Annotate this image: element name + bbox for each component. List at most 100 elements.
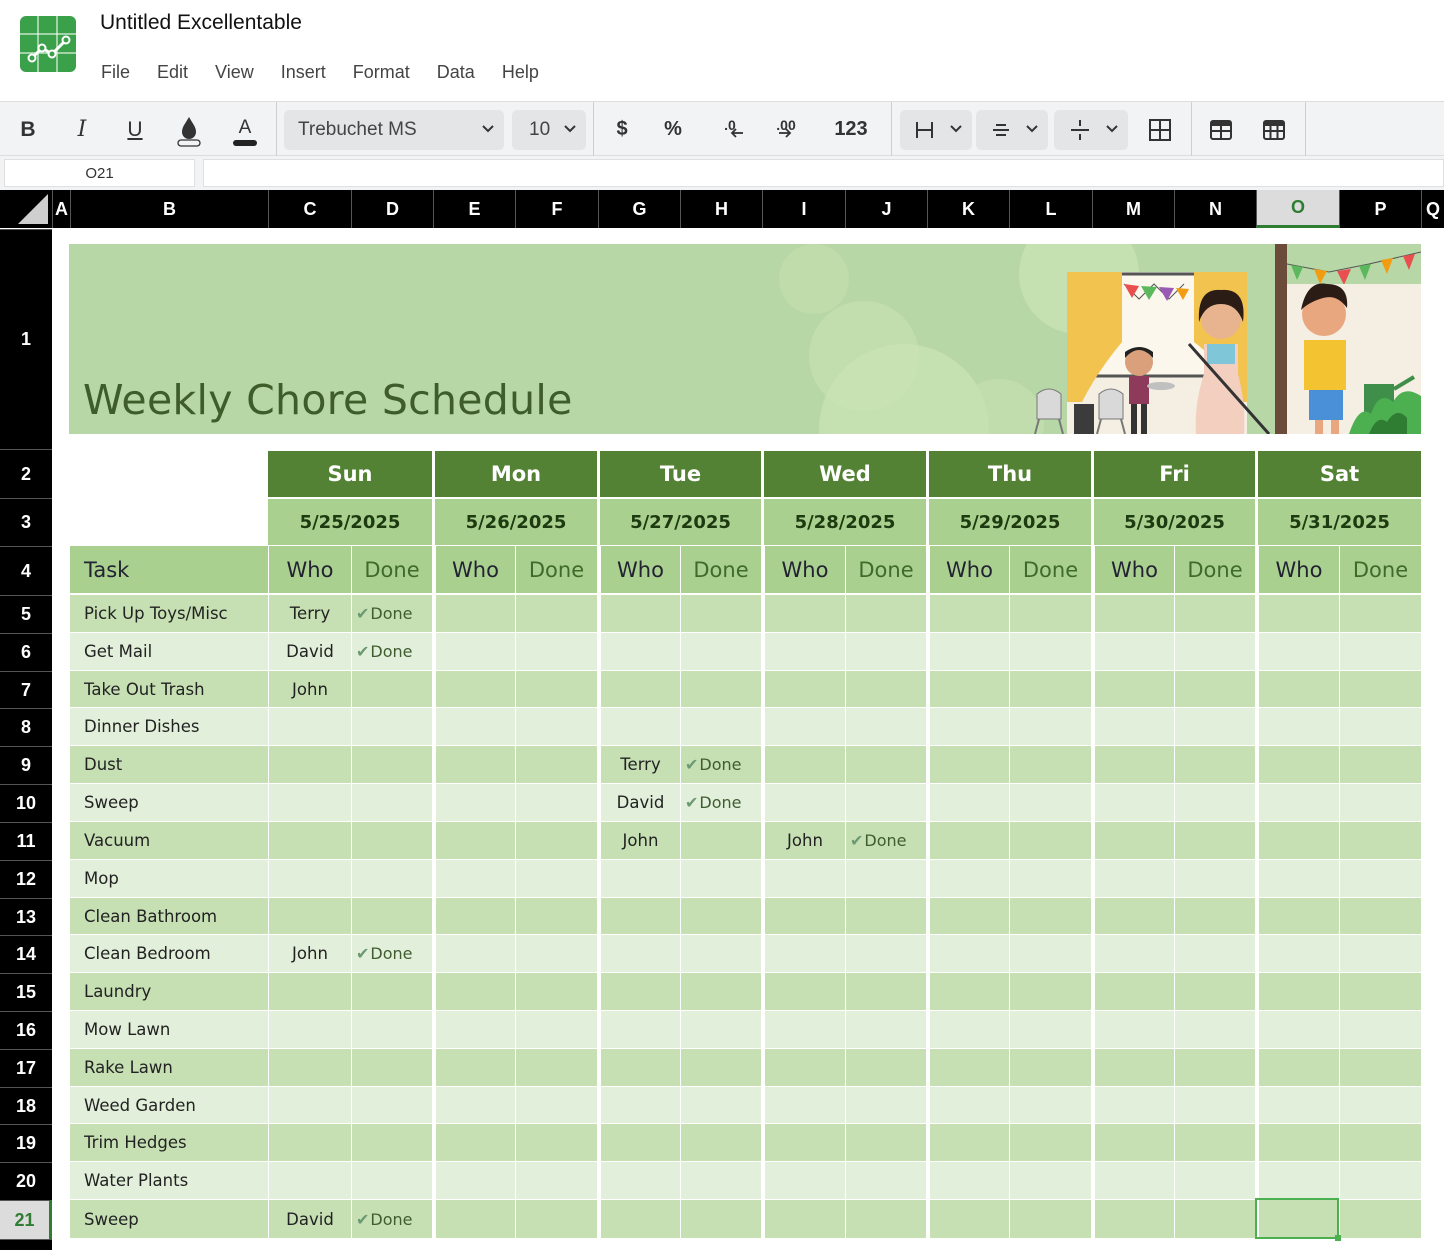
done-cell[interactable]	[1175, 784, 1255, 821]
row-header-10[interactable]: 10	[0, 784, 52, 822]
done-cell[interactable]	[352, 784, 432, 821]
day-header-fri[interactable]: Fri	[1094, 451, 1255, 497]
date-header-sun[interactable]: 5/25/2025	[268, 499, 432, 545]
who-cell[interactable]	[1095, 746, 1174, 783]
done-cell[interactable]	[681, 1011, 761, 1048]
who-cell[interactable]	[930, 1087, 1009, 1123]
who-cell[interactable]	[269, 1087, 351, 1123]
done-cell[interactable]	[846, 1124, 926, 1161]
done-cell[interactable]	[516, 973, 597, 1010]
done-cell[interactable]	[1010, 1049, 1091, 1086]
who-cell[interactable]	[1095, 860, 1174, 897]
who-cell[interactable]	[1095, 784, 1174, 821]
row-header-20[interactable]: 20	[0, 1162, 52, 1200]
who-cell[interactable]	[1259, 1162, 1339, 1199]
task-cell[interactable]: Vacuum	[70, 822, 268, 859]
done-cell[interactable]	[352, 973, 432, 1010]
who-cell[interactable]	[1095, 671, 1174, 707]
done-cell[interactable]	[846, 1087, 926, 1123]
done-cell[interactable]	[352, 1087, 432, 1123]
done-cell[interactable]: ✔ Done	[352, 633, 432, 670]
who-cell[interactable]	[436, 1162, 515, 1199]
who-cell[interactable]	[601, 633, 680, 670]
done-cell[interactable]	[516, 860, 597, 897]
done-cell[interactable]	[681, 973, 761, 1010]
who-cell[interactable]	[601, 1087, 680, 1123]
who-cell[interactable]	[1095, 973, 1174, 1010]
done-cell[interactable]	[846, 1049, 926, 1086]
who-cell[interactable]	[1095, 1162, 1174, 1199]
who-cell[interactable]	[436, 973, 515, 1010]
who-cell[interactable]	[269, 973, 351, 1010]
who-cell[interactable]: John	[765, 822, 845, 859]
row-header-4[interactable]: 4	[0, 546, 52, 595]
who-cell[interactable]	[436, 822, 515, 859]
done-cell[interactable]	[1340, 671, 1421, 707]
done-cell[interactable]	[846, 633, 926, 670]
done-cell[interactable]	[1010, 898, 1091, 934]
done-cell[interactable]	[681, 822, 761, 859]
name-box[interactable]: O21	[4, 159, 195, 187]
who-cell[interactable]: Terry	[269, 595, 351, 632]
who-cell[interactable]	[269, 784, 351, 821]
date-header-thu[interactable]: 5/29/2025	[929, 499, 1091, 545]
date-header-fri[interactable]: 5/30/2025	[1094, 499, 1255, 545]
done-header[interactable]: Done	[681, 546, 761, 593]
horizontal-align-select[interactable]	[900, 110, 972, 150]
done-cell[interactable]	[1175, 860, 1255, 897]
who-cell[interactable]	[436, 1049, 515, 1086]
who-cell[interactable]	[436, 633, 515, 670]
done-header[interactable]: Done	[516, 546, 597, 593]
who-cell[interactable]	[1095, 595, 1174, 632]
column-header-O[interactable]: O	[1256, 190, 1339, 228]
done-cell[interactable]	[846, 784, 926, 821]
done-cell[interactable]	[1340, 973, 1421, 1010]
who-cell[interactable]	[930, 860, 1009, 897]
row-header-6[interactable]: 6	[0, 633, 52, 671]
who-cell[interactable]	[269, 822, 351, 859]
who-cell[interactable]	[1095, 1087, 1174, 1123]
column-header-C[interactable]: C	[268, 190, 351, 228]
row-header-17[interactable]: 17	[0, 1049, 52, 1087]
who-cell[interactable]: David	[601, 784, 680, 821]
done-cell[interactable]	[516, 1200, 597, 1238]
who-cell[interactable]	[930, 1200, 1009, 1238]
who-cell[interactable]: David	[269, 633, 351, 670]
who-cell[interactable]	[765, 784, 845, 821]
menu-insert[interactable]: Insert	[281, 62, 326, 83]
column-header-F[interactable]: F	[515, 190, 598, 228]
day-header-mon[interactable]: Mon	[435, 451, 597, 497]
who-cell[interactable]	[765, 860, 845, 897]
who-cell[interactable]	[436, 784, 515, 821]
date-header-mon[interactable]: 5/26/2025	[435, 499, 597, 545]
task-cell[interactable]: Get Mail	[70, 633, 268, 670]
done-cell[interactable]	[1175, 671, 1255, 707]
done-cell[interactable]	[846, 860, 926, 897]
who-cell[interactable]	[1259, 860, 1339, 897]
done-cell[interactable]	[1340, 1200, 1421, 1238]
who-cell[interactable]	[930, 671, 1009, 707]
who-cell[interactable]	[436, 935, 515, 972]
who-cell[interactable]	[930, 898, 1009, 934]
done-cell[interactable]	[1340, 708, 1421, 745]
column-header-A[interactable]: A	[52, 190, 70, 228]
column-header-N[interactable]: N	[1174, 190, 1256, 228]
row-header-1[interactable]: 1	[0, 229, 52, 449]
fill-color-button[interactable]	[171, 102, 207, 157]
who-cell[interactable]	[930, 746, 1009, 783]
done-cell[interactable]	[352, 860, 432, 897]
column-header-L[interactable]: L	[1009, 190, 1092, 228]
done-cell[interactable]	[681, 1162, 761, 1199]
row-header-13[interactable]: 13	[0, 898, 52, 935]
table-options-button[interactable]	[1256, 102, 1292, 157]
done-cell[interactable]	[1175, 1049, 1255, 1086]
who-cell[interactable]	[930, 973, 1009, 1010]
done-cell[interactable]	[846, 935, 926, 972]
who-cell[interactable]	[930, 1049, 1009, 1086]
done-header[interactable]: Done	[352, 546, 432, 593]
task-cell[interactable]: Weed Garden	[70, 1087, 268, 1123]
who-cell[interactable]	[930, 633, 1009, 670]
who-header[interactable]: Who	[1259, 546, 1339, 593]
done-cell[interactable]	[516, 1087, 597, 1123]
done-cell[interactable]	[846, 746, 926, 783]
